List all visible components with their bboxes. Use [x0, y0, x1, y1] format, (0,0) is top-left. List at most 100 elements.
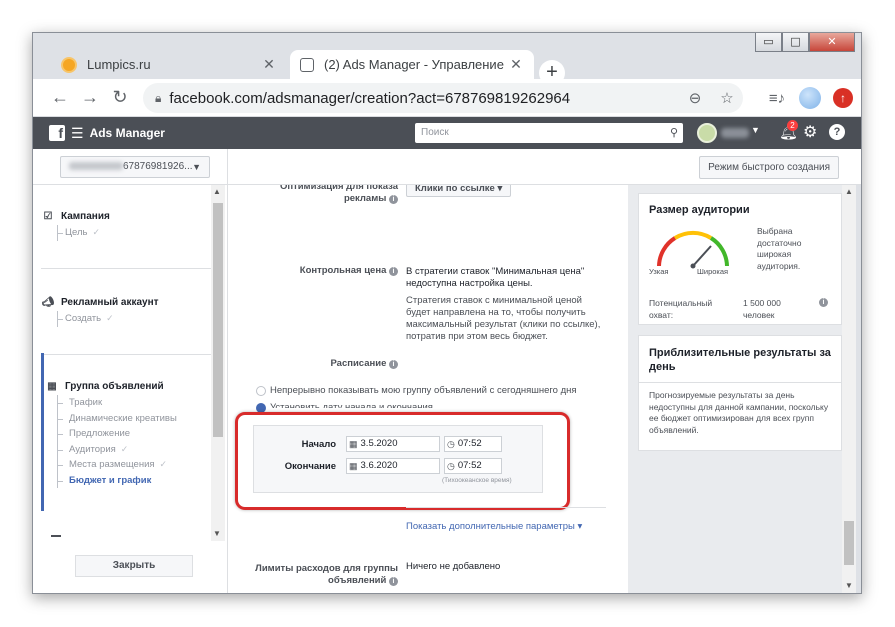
sidebar-section-title: Кампания [61, 210, 110, 222]
account-caret-icon[interactable]: ▼ [751, 125, 760, 135]
sidebar-item-audience[interactable]: Аудитория ✓ [41, 441, 211, 458]
results-text: Прогнозируемые результаты за день недост… [649, 390, 829, 435]
optimization-label: Оптимизация для показа рекламы i [279, 185, 398, 204]
check-icon: ✓ [106, 313, 114, 323]
close-button[interactable]: Закрыть [75, 555, 193, 577]
chevron-down-icon: ▼ [192, 162, 201, 172]
scroll-down-icon[interactable]: ▼ [213, 529, 221, 538]
audience-description: Выбрана достаточно широкая аудитория. [757, 226, 802, 271]
sidebar-section-title: Рекламный аккаунт [61, 296, 159, 308]
sidebar-item-offer[interactable]: Предложение [41, 426, 211, 442]
main-form: Оптимизация для показа рекламы i Клики п… [228, 185, 628, 593]
next-section-icon [51, 535, 61, 541]
url-text: facebook.com/adsmanager/creation?act=678… [169, 89, 571, 107]
browser-toolbar: ← → ↻ 🔒︎ facebook.com/adsmanager/creatio… [33, 79, 861, 117]
app-title: Ads Manager [89, 126, 165, 140]
account-subbar: 67876981926... ▼ Режим быстрого создания [33, 149, 861, 185]
tab-title: (2) Ads Manager - Управление р [324, 57, 508, 72]
tab-close-icon[interactable]: ✕ [508, 56, 524, 73]
address-bar[interactable]: 🔒︎ facebook.com/adsmanager/creation?act=… [143, 83, 743, 113]
scroll-down-icon[interactable]: ▼ [845, 581, 853, 590]
tab-ads-manager[interactable]: (2) Ads Manager - Управление р ✕ [290, 50, 534, 79]
ads-manager-favicon-icon [300, 57, 314, 72]
sidebar-item-dynamic-creatives[interactable]: Динамические креативы [41, 410, 211, 427]
tab-close-icon[interactable]: ✕ [261, 56, 277, 73]
sidebar-section-campaign[interactable]: ☑ Кампания Цель ✓ [41, 203, 211, 269]
ads-manager-header: f ☰ Ads Manager Поиск ⚲ ▼ 🔔︎ 2 ⚙ ? [33, 117, 861, 149]
scroll-up-icon[interactable]: ▲ [845, 187, 853, 196]
back-arrow-icon[interactable]: ← [45, 87, 75, 108]
schedule-continuous-radio[interactable] [256, 386, 266, 396]
control-price-label: Контрольная цена i [258, 265, 398, 276]
highlight-frame [235, 412, 570, 510]
search-placeholder: Поиск [421, 127, 449, 138]
info-icon[interactable]: i [819, 298, 828, 307]
scroll-up-icon[interactable]: ▲ [213, 187, 221, 196]
account-name-blurred [69, 162, 123, 171]
lumpics-favicon-icon [61, 56, 77, 73]
section-separator [406, 507, 606, 508]
help-icon[interactable]: ? [829, 124, 845, 140]
show-more-params-link[interactable]: Показать дополнительные параметры ▾ [406, 521, 582, 532]
menu-hamburger-icon[interactable]: ☰ [71, 125, 84, 142]
tab-title: Lumpics.ru [87, 57, 151, 72]
gauge-wide-label: Широкая [697, 267, 729, 276]
sidebar-item-create[interactable]: Создать ✓ [41, 311, 211, 327]
zoom-icon[interactable]: ⊖ [679, 89, 711, 107]
reach-value: 1 500 000 человек [743, 298, 781, 320]
sidebar-item-traffic[interactable]: Трафик [41, 395, 211, 411]
profile-avatar-icon[interactable] [799, 87, 821, 109]
page-scrollbar[interactable]: ▲ ▼ [842, 185, 856, 593]
check-icon: ✓ [120, 443, 129, 454]
update-arrow-icon[interactable]: ↑ [833, 88, 853, 108]
sidebar-section-title: Группа объявлений [65, 380, 164, 392]
check-icon: ✓ [92, 227, 101, 237]
right-panel: Размер аудитории Узкая Широкая Выбрана д… [628, 185, 842, 593]
ad-account-select[interactable]: 67876981926... ▼ [60, 156, 210, 178]
tab-lumpics[interactable]: Lumpics.ru ✕ [51, 50, 287, 79]
check-icon: ✓ [159, 459, 168, 469]
forward-arrow-icon[interactable]: → [75, 87, 105, 108]
account-name-blurred [721, 128, 749, 138]
audience-card-title: Размер аудитории [649, 204, 750, 216]
sidebar-section-ad-account[interactable]: 📣︎ Рекламный аккаунт Создать ✓ [41, 289, 211, 355]
quick-create-button[interactable]: Режим быстрого создания [699, 156, 839, 179]
grid-icon: ▦ [47, 380, 57, 392]
strategy-text: Стратегия ставок с минимальной ценой буд… [406, 295, 601, 342]
schedule-dates-label: Установить дату начала и окончания [270, 402, 433, 408]
account-avatar[interactable] [697, 123, 717, 143]
reload-icon[interactable]: ↻ [105, 87, 135, 108]
spend-limits-value: Ничего не добавлено [406, 561, 501, 572]
tab-strip: Lumpics.ru ✕ (2) Ads Manager - Управлени… [33, 45, 861, 86]
facebook-logo-icon[interactable]: f [49, 125, 65, 141]
sidebar-item-goal[interactable]: Цель ✓ [41, 225, 211, 241]
sidebar-scrollbar[interactable]: ▲ ▼ [211, 185, 225, 541]
megaphone-icon: 📣︎ [41, 296, 55, 308]
sidebar-item-budget-schedule[interactable]: Бюджет и график [41, 472, 211, 489]
spend-limits-label: Лимиты расходов для группы объявлений i [255, 563, 398, 586]
sidebar: ☑ Кампания Цель ✓ 📣︎ Рекламный аккаунт Созд… [33, 185, 227, 593]
control-price-text: В стратегии ставок "Минимальная цена" не… [406, 266, 585, 289]
notification-badge: 2 [787, 120, 798, 131]
info-icon: i [389, 577, 398, 586]
card-divider [639, 382, 841, 383]
fb-search-input[interactable]: Поиск ⚲ [415, 123, 683, 143]
sidebar-section-ad-group[interactable]: ▦ Группа объявлений Трафик Динамические к… [41, 373, 211, 513]
media-control-icon[interactable]: ≡♪ [761, 90, 793, 107]
schedule-continuous-label: Непрерывно показывать мою группу объявле… [270, 385, 577, 396]
reach-label: Потенциальный охват: [649, 298, 713, 320]
info-icon: i [389, 195, 398, 204]
gear-icon[interactable]: ⚙ [803, 122, 817, 142]
optimization-dropdown[interactable]: Клики по ссылке ▾ [406, 185, 512, 197]
gauge-narrow-label: Узкая [649, 267, 669, 276]
sidebar-item-placements[interactable]: Места размещения ✓ [41, 457, 211, 473]
lock-icon: 🔒︎ [155, 90, 162, 105]
bookmark-star-icon[interactable]: ☆ [711, 89, 743, 107]
info-icon: i [389, 360, 398, 369]
account-id: 67876981926... [123, 161, 193, 172]
search-icon: ⚲ [669, 127, 678, 139]
scrollbar-thumb[interactable] [844, 521, 854, 565]
schedule-label: Расписание i [258, 358, 398, 369]
scrollbar-thumb[interactable] [213, 203, 223, 437]
results-card-title: Приблизительные результаты за день [649, 347, 831, 373]
